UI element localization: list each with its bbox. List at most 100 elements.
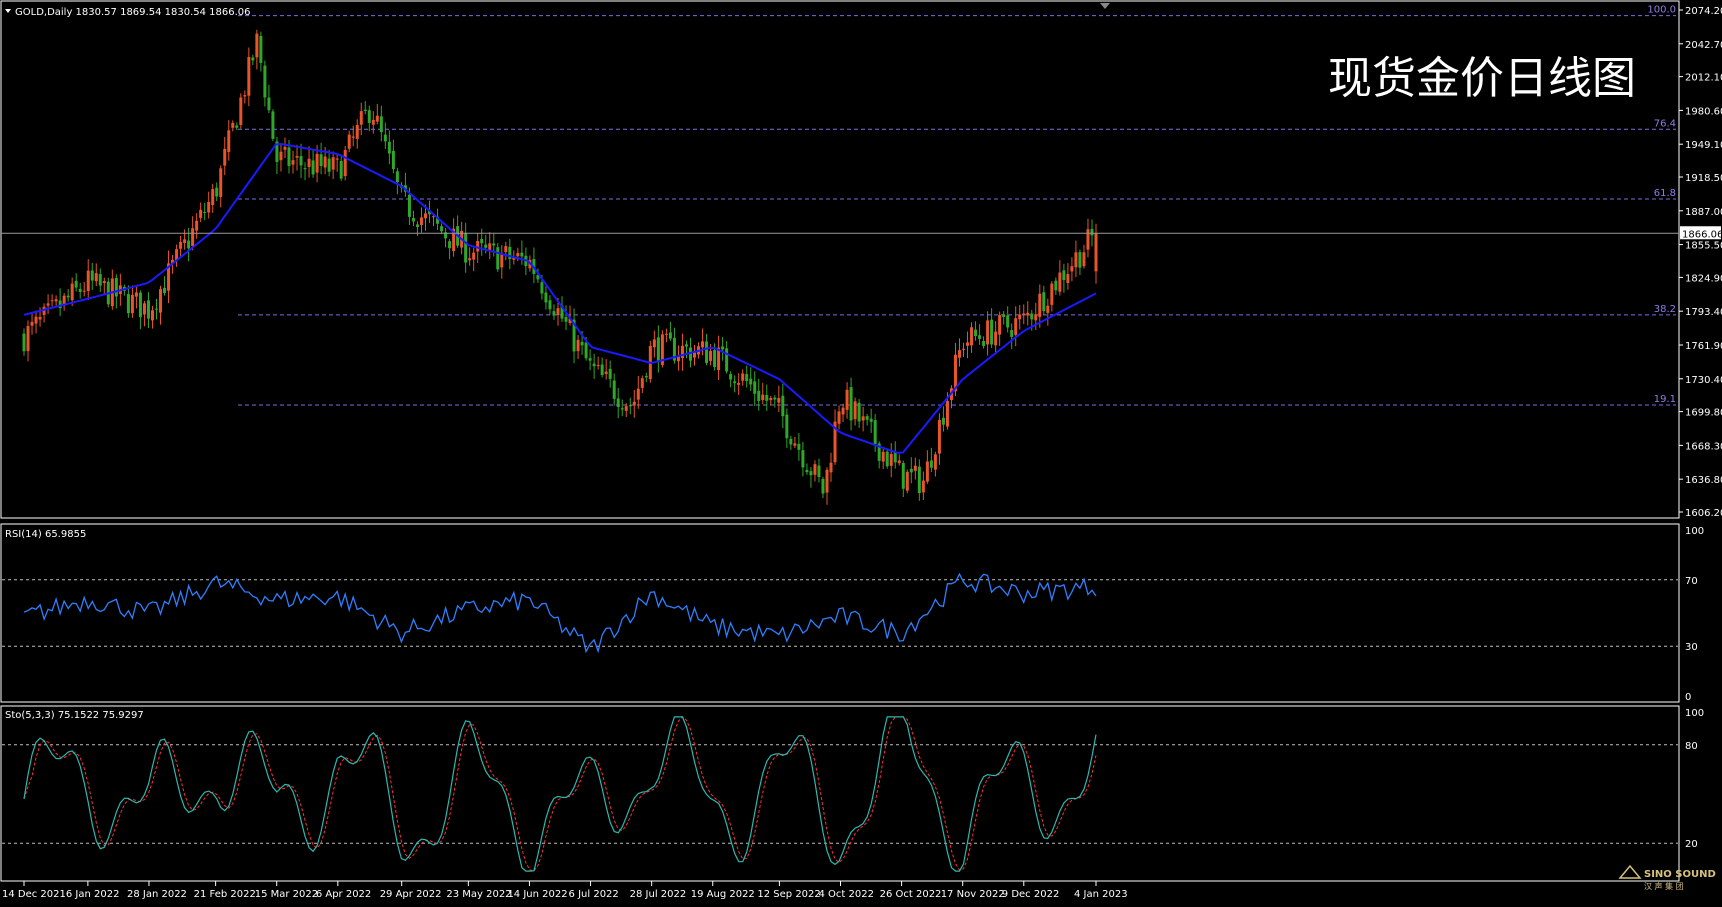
date-tick-label: 14 Dec 2021 <box>2 889 66 900</box>
candle-body <box>709 350 713 361</box>
candle-body <box>395 171 399 183</box>
candle-body <box>793 443 797 446</box>
date-tick-label: 17 Nov 2022 <box>941 889 1005 900</box>
candle-body <box>769 397 773 401</box>
candle-body <box>94 273 98 282</box>
candle-body <box>741 373 745 381</box>
candle-body <box>279 151 283 161</box>
candle-body <box>86 270 90 292</box>
candle-body <box>271 111 275 139</box>
candle-body <box>504 246 508 253</box>
candle-body <box>588 358 592 361</box>
candle-body <box>154 308 158 310</box>
candle-body <box>516 253 520 257</box>
candle-body <box>817 465 821 477</box>
candle-body <box>311 160 315 175</box>
candle-body <box>492 243 496 246</box>
candle-body <box>183 239 187 243</box>
candle-body <box>1090 228 1094 236</box>
candle-body <box>327 158 331 172</box>
price-tick-label: 1606.20 <box>1685 508 1722 519</box>
candle-body <box>423 213 427 219</box>
candle-body <box>729 374 733 380</box>
candle-body <box>909 468 913 473</box>
candle-body <box>701 341 705 348</box>
sto-axis: 100 80 20 <box>1685 708 1704 850</box>
candle-body <box>307 158 311 168</box>
shift-marker-icon[interactable] <box>1100 3 1110 9</box>
candle-body <box>544 292 548 303</box>
candle-body <box>34 316 38 324</box>
candle-body <box>134 292 138 297</box>
candle-body <box>1058 272 1062 292</box>
candle-body <box>962 348 966 350</box>
candle-body <box>636 388 640 400</box>
candle-body <box>231 122 235 128</box>
candle-body <box>873 420 877 444</box>
sinosound-logo: SINO SOUND 汉 声 集 团 <box>1618 864 1716 891</box>
candle-body <box>468 258 472 261</box>
candle-body <box>472 252 476 260</box>
candle-body <box>737 383 741 385</box>
price-tick-label: 1855.50 <box>1685 241 1722 252</box>
candle-body <box>415 224 419 228</box>
fib-label: 61.8 <box>1654 188 1676 199</box>
candle-body <box>853 401 857 420</box>
sto-tick-label: 80 <box>1685 741 1698 752</box>
candle-body <box>937 419 941 454</box>
fib-label: 76.4 <box>1654 118 1676 129</box>
price-tick-label: 1668.30 <box>1685 441 1722 452</box>
candle-body <box>1086 229 1090 250</box>
candle-body <box>1038 293 1042 317</box>
candle-body <box>841 407 845 415</box>
price-tick-label: 1824.90 <box>1685 273 1722 284</box>
candlesticks <box>22 29 1098 505</box>
date-tick-label: 12 Sep 2022 <box>757 889 820 900</box>
candle-body <box>933 454 937 470</box>
date-tick-label: 14 Jun 2022 <box>507 889 567 900</box>
date-tick-label: 15 Mar 2022 <box>255 889 318 900</box>
candle-body <box>644 376 648 378</box>
price-tick-label: 1793.40 <box>1685 307 1722 318</box>
candle-body <box>1034 314 1038 321</box>
candle-body <box>363 109 367 111</box>
chart-canvas[interactable]: GOLD,Daily 1830.57 1869.54 1830.54 1866.… <box>0 0 1722 903</box>
candle-body <box>1054 280 1058 291</box>
fib-label: 19.1 <box>1654 394 1676 405</box>
symbol-dropdown-icon[interactable] <box>5 9 11 13</box>
candle-body <box>211 189 215 205</box>
candle-body <box>1070 266 1074 272</box>
candle-body <box>191 228 195 246</box>
date-tick-label: 6 Jul 2022 <box>569 889 619 900</box>
candle-body <box>82 290 86 292</box>
candle-body <box>773 397 777 400</box>
candle-body <box>323 156 327 168</box>
symbol-header: GOLD,Daily 1830.57 1869.54 1830.54 1866.… <box>15 7 251 18</box>
chart-title: 现货金价日线图 <box>1328 53 1636 104</box>
rsi-tick-label: 30 <box>1685 642 1698 653</box>
candle-body <box>809 471 813 476</box>
candle-body <box>146 300 150 319</box>
candle-body <box>970 327 974 346</box>
candle-body <box>391 150 395 170</box>
candle-body <box>905 471 909 491</box>
candle-body <box>801 450 805 468</box>
candle-body <box>247 56 251 96</box>
date-tick-label: 4 Jan 2023 <box>1074 889 1128 900</box>
candle-body <box>765 394 769 401</box>
sto-tick-label: 100 <box>1685 708 1704 719</box>
candle-body <box>616 398 620 408</box>
candle-body <box>540 282 544 294</box>
candle-body <box>223 148 227 166</box>
candle-body <box>335 158 339 160</box>
stochastic-signal-line <box>23 716 1097 872</box>
candle-body <box>488 243 492 250</box>
candle-body <box>821 478 825 494</box>
candle-body <box>805 469 809 473</box>
candle-body <box>777 398 781 403</box>
candle-body <box>195 220 199 231</box>
candle-body <box>159 289 163 313</box>
candle-body <box>889 453 893 466</box>
candle-body <box>1046 305 1050 313</box>
candle-body <box>371 119 375 125</box>
